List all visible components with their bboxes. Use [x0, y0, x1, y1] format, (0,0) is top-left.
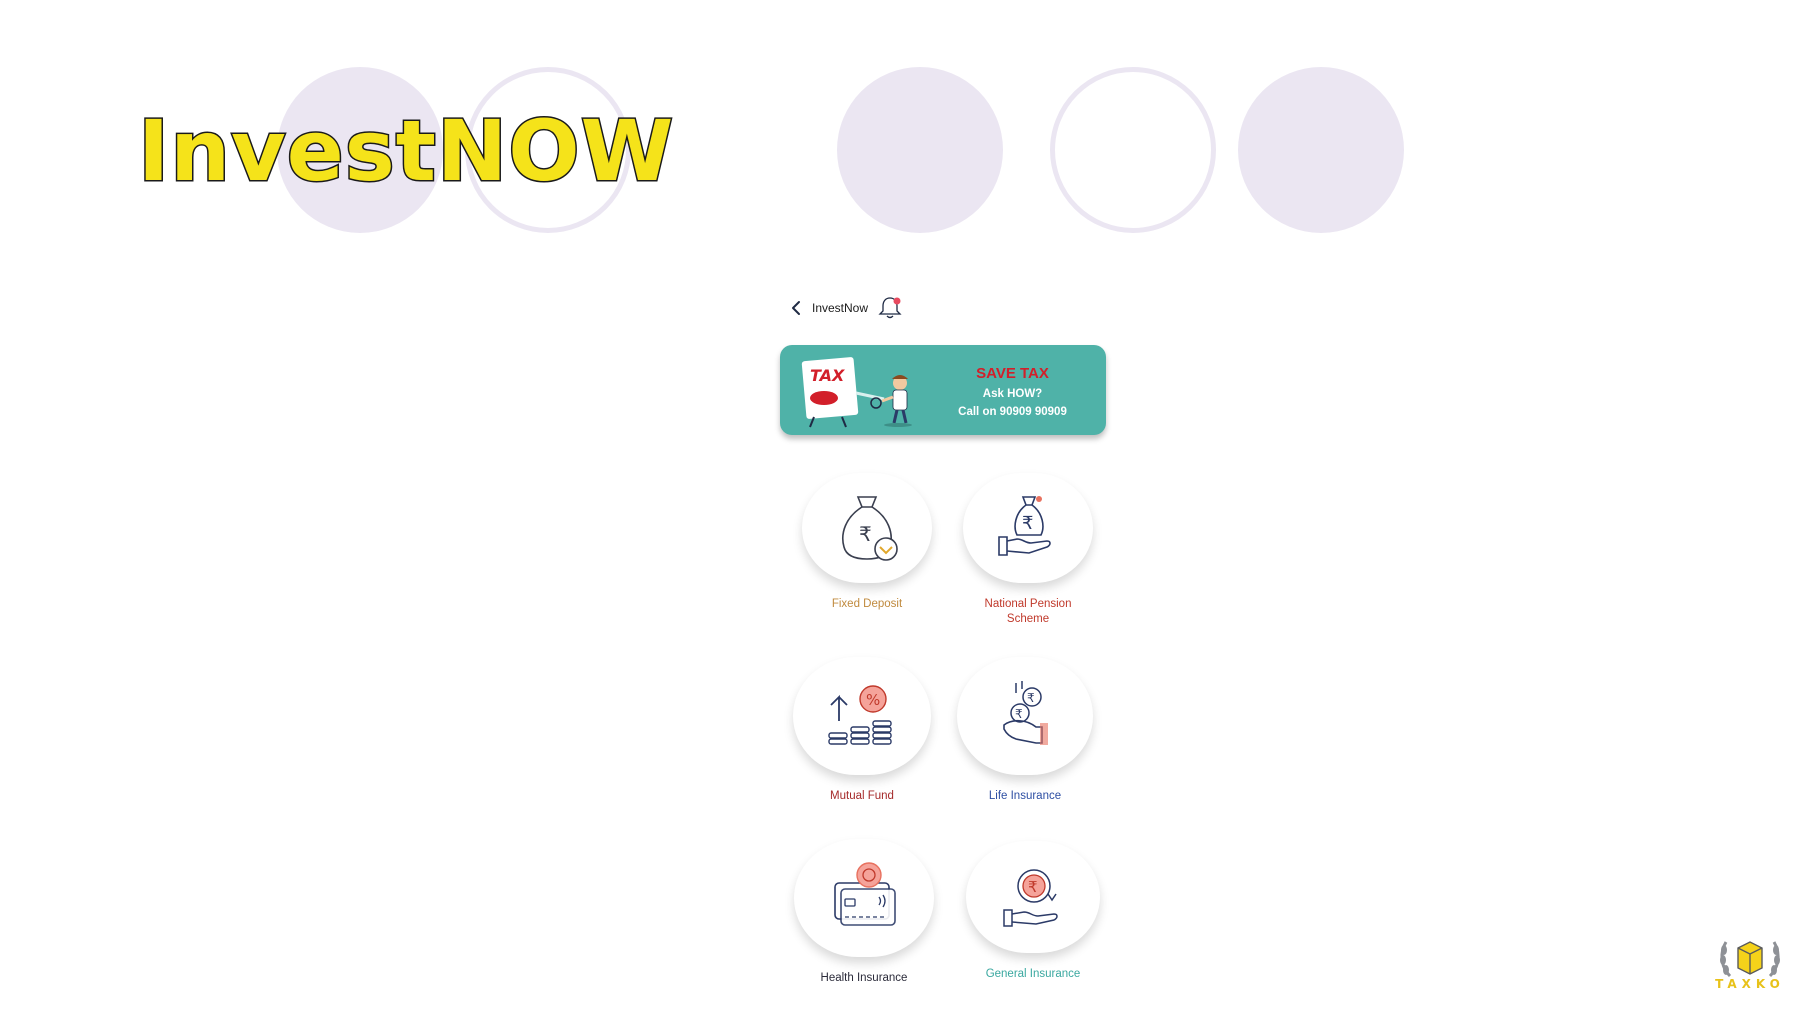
banner-text: SAVE TAX Ask HOW? Call on 90909 90909 [930, 365, 1095, 418]
app-header: InvestNow [788, 295, 902, 321]
logo-text: TAXKO [1715, 977, 1785, 991]
svg-text:₹: ₹ [1028, 878, 1038, 896]
tile-national-pension-scheme[interactable]: ₹ National Pension Scheme [958, 473, 1098, 627]
tile-icon-wrap: % [793, 657, 931, 775]
svg-text:%: % [866, 691, 880, 709]
tile-icon-wrap: ₹ [966, 841, 1100, 953]
decorative-circle [837, 67, 1003, 233]
decorative-circle [1238, 67, 1404, 233]
growth-percent-icon: % [828, 685, 892, 745]
banner-subline: Ask HOW? [982, 388, 1043, 400]
tile-fixed-deposit[interactable]: ₹ Fixed Deposit [797, 473, 937, 612]
banner-call-number: Call on 90909 90909 [958, 406, 1067, 418]
slide-title: InvestNOW [136, 101, 675, 202]
svg-text:₹: ₹ [1027, 691, 1035, 705]
tile-label: Health Insurance [820, 972, 908, 984]
tile-icon-wrap: ₹ [802, 473, 932, 583]
svg-text:₹: ₹ [1015, 707, 1023, 721]
tile-icon-wrap [794, 839, 934, 957]
money-bag-icon: ₹ [842, 496, 898, 561]
tile-icon-wrap: ₹ [963, 473, 1093, 583]
tile-label: Mutual Fund [830, 790, 894, 802]
health-card-icon [834, 862, 896, 926]
tile-label: Fixed Deposit [831, 598, 903, 610]
tile-label: Life Insurance [988, 790, 1062, 802]
tile-mutual-fund[interactable]: % Mutual Fund [792, 657, 932, 804]
tile-general-insurance[interactable]: ₹ General Insurance [963, 841, 1103, 982]
save-tax-banner[interactable]: TAX SAVE TAX Ask HOW? Call on 90909 9090… [780, 345, 1106, 435]
tile-icon-wrap: ₹ ₹ [957, 657, 1093, 775]
tax-illustration: TAX [801, 357, 912, 428]
app-screen: InvestNow TAX SAVE TAX Ask HOW? Call on … [765, 245, 1121, 1011]
banner-headline: SAVE TAX [976, 365, 1049, 382]
decorative-ring [1050, 67, 1216, 233]
hand-coins-icon: ₹ ₹ [1003, 681, 1048, 745]
tile-label: National Pension Scheme [984, 598, 1072, 625]
tile-health-insurance[interactable]: Health Insurance [794, 839, 934, 986]
svg-text:₹: ₹ [859, 522, 872, 546]
svg-text:₹: ₹ [1022, 513, 1033, 534]
tax-sign-text: TAX [810, 366, 845, 385]
back-arrow-icon[interactable] [788, 299, 806, 317]
hand-money-bag-icon: ₹ [998, 496, 1051, 556]
page-title: InvestNow [812, 301, 869, 315]
notification-bell-icon[interactable] [878, 295, 902, 321]
tile-label: General Insurance [985, 968, 1081, 980]
tile-life-insurance[interactable]: ₹ ₹ Life Insurance [955, 657, 1095, 804]
rupee-hand-icon: ₹ [1003, 869, 1058, 927]
